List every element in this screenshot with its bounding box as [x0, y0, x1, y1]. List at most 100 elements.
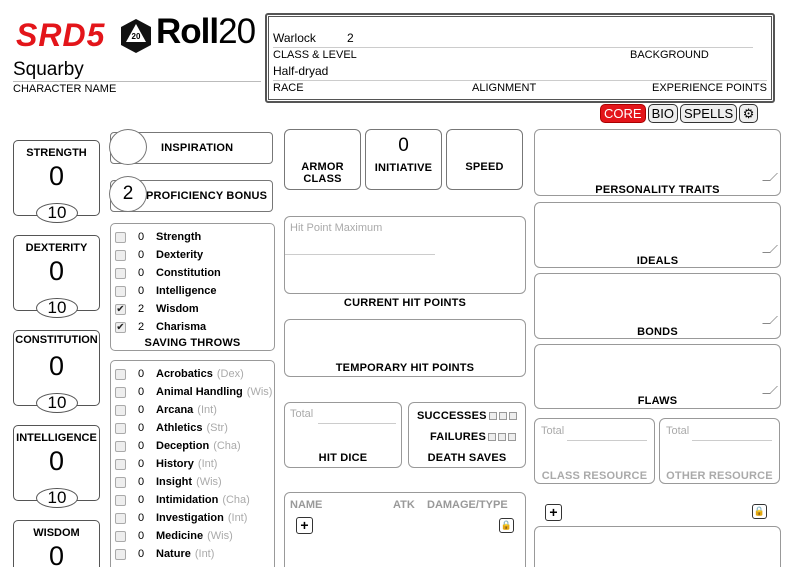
- tab-core[interactable]: CORE: [600, 104, 646, 123]
- death-saves-label: DEATH SAVES: [427, 452, 507, 464]
- ability-name: DEXTERITY: [25, 242, 88, 254]
- save-name[interactable]: Dexterity: [156, 249, 203, 261]
- proficiency-checkbox[interactable]: [115, 458, 126, 470]
- failure-checkbox[interactable]: [498, 433, 506, 442]
- proficiency-checkbox-checked[interactable]: ✔: [115, 321, 126, 333]
- proficiency-checkbox[interactable]: [115, 548, 126, 560]
- proficiency-checkbox[interactable]: [115, 404, 126, 416]
- skill-row: 0 Animal Handling (Wis): [115, 383, 272, 401]
- proficiency-checkbox[interactable]: [115, 285, 126, 297]
- success-checkbox[interactable]: [488, 412, 497, 421]
- skill-value: 0: [138, 440, 145, 452]
- resize-handle-icon[interactable]: [762, 316, 778, 324]
- proficiency-checkbox[interactable]: [115, 422, 126, 434]
- bonds-label: BONDS: [637, 326, 678, 338]
- skill-name[interactable]: Arcana: [156, 404, 193, 416]
- skill-row: 0 Arcana (Int): [115, 401, 217, 419]
- failure-checkbox[interactable]: [488, 433, 496, 442]
- tab-bio[interactable]: BIO: [647, 104, 678, 123]
- skill-name[interactable]: Deception: [156, 440, 209, 452]
- skill-row: 0 Athletics (Str): [115, 419, 228, 437]
- resize-handle-icon[interactable]: [762, 386, 778, 394]
- skill-name[interactable]: Athletics: [156, 422, 202, 434]
- proficiency-checkbox[interactable]: [115, 386, 126, 398]
- skill-name[interactable]: Insight: [156, 476, 192, 488]
- proficiency-checkbox[interactable]: [115, 512, 126, 524]
- skill-name[interactable]: Animal Handling: [156, 386, 243, 398]
- resize-handle-icon[interactable]: [762, 245, 778, 253]
- success-checkbox[interactable]: [508, 412, 517, 421]
- proficiency-checkbox[interactable]: [115, 249, 126, 261]
- lock-icon[interactable]: 🔒: [499, 518, 514, 533]
- level-input[interactable]: 2: [347, 31, 354, 45]
- hp-max-underline: [285, 254, 435, 255]
- skill-name[interactable]: Medicine: [156, 530, 203, 542]
- hp-max-input[interactable]: Hit Point Maximum: [290, 222, 382, 234]
- current-hp-box[interactable]: Hit Point Maximum: [284, 216, 526, 294]
- ability-name: STRENGTH: [26, 147, 87, 159]
- save-name[interactable]: Strength: [156, 231, 201, 243]
- skill-name[interactable]: History: [156, 458, 194, 470]
- add-feature-button[interactable]: +: [545, 504, 562, 521]
- skill-name[interactable]: Intimidation: [156, 494, 218, 506]
- temp-hp-label: TEMPORARY HIT POINTS: [335, 362, 475, 374]
- proficiency-checkbox[interactable]: [115, 267, 126, 279]
- ability-score-input[interactable]: 10: [36, 393, 78, 413]
- skill-row: 0 Acrobatics (Dex): [115, 365, 244, 383]
- race-label: RACE: [273, 82, 304, 94]
- failure-checkbox[interactable]: [508, 433, 516, 442]
- save-name[interactable]: Constitution: [156, 267, 221, 279]
- proficiency-checkbox[interactable]: [115, 440, 126, 452]
- skill-ability: (Int): [197, 458, 218, 470]
- character-name-input[interactable]: Squarby: [13, 59, 84, 81]
- add-attack-button[interactable]: +: [296, 517, 313, 534]
- ability-name: CONSTITUTION: [15, 334, 98, 346]
- skill-ability: (Wis): [196, 476, 222, 488]
- save-name[interactable]: Charisma: [156, 321, 206, 333]
- ability-score-input[interactable]: 10: [36, 203, 78, 223]
- skill-name[interactable]: Investigation: [156, 512, 224, 524]
- save-row: ✔ 2 Wisdom: [115, 300, 199, 318]
- proficiency-checkbox[interactable]: [115, 368, 126, 380]
- save-row: 0 Strength: [115, 228, 201, 246]
- proficiency-checkbox[interactable]: [115, 494, 126, 506]
- failures-label: FAILURES: [430, 431, 516, 443]
- proficiency-checkbox-checked[interactable]: ✔: [115, 303, 126, 315]
- settings-gear-icon[interactable]: ⚙: [739, 104, 759, 123]
- save-name[interactable]: Wisdom: [156, 303, 199, 315]
- skill-value: 0: [138, 386, 145, 398]
- proficiency-checkbox[interactable]: [115, 530, 126, 542]
- class-input[interactable]: Warlock: [273, 31, 316, 45]
- character-name-label: CHARACTER NAME: [13, 83, 117, 95]
- hit-dice-total-input[interactable]: Total: [290, 408, 313, 420]
- successes-label: SUCCESSES: [417, 410, 517, 422]
- ability-name: INTELLIGENCE: [16, 432, 97, 444]
- features-box[interactable]: [534, 526, 781, 567]
- ideals-label: IDEALS: [636, 255, 679, 267]
- save-name[interactable]: Intelligence: [156, 285, 217, 297]
- skill-name[interactable]: Nature: [156, 548, 191, 560]
- save-value: 0: [138, 267, 145, 279]
- resize-handle-icon[interactable]: [762, 173, 778, 181]
- ability-score-input[interactable]: 10: [36, 298, 78, 318]
- proficiency-value: 2: [109, 176, 147, 212]
- lock-icon[interactable]: 🔒: [752, 504, 767, 519]
- skill-ability: (Cha): [213, 440, 241, 452]
- ability-score-input[interactable]: 10: [36, 488, 78, 508]
- tab-spells[interactable]: SPELLS: [679, 104, 738, 123]
- proficiency-checkbox[interactable]: [115, 231, 126, 243]
- armor-class-box[interactable]: ARMOR CLASS: [284, 129, 361, 190]
- other-resource-total-input[interactable]: Total: [666, 425, 689, 437]
- class-resource-total-input[interactable]: Total: [541, 425, 564, 437]
- d20-number: 20: [132, 32, 141, 41]
- roll20-logo-text: Roll: [156, 12, 219, 51]
- speed-box[interactable]: SPEED: [446, 129, 523, 190]
- inspiration-input[interactable]: [109, 129, 147, 165]
- success-checkbox[interactable]: [498, 412, 507, 421]
- skill-name[interactable]: Acrobatics: [156, 368, 213, 380]
- save-row: 0 Constitution: [115, 264, 221, 282]
- skill-ability: (Dex): [216, 368, 244, 380]
- race-input[interactable]: Half-dryad: [273, 64, 328, 78]
- proficiency-checkbox[interactable]: [115, 476, 126, 488]
- temp-hp-box[interactable]: TEMPORARY HIT POINTS: [284, 319, 526, 377]
